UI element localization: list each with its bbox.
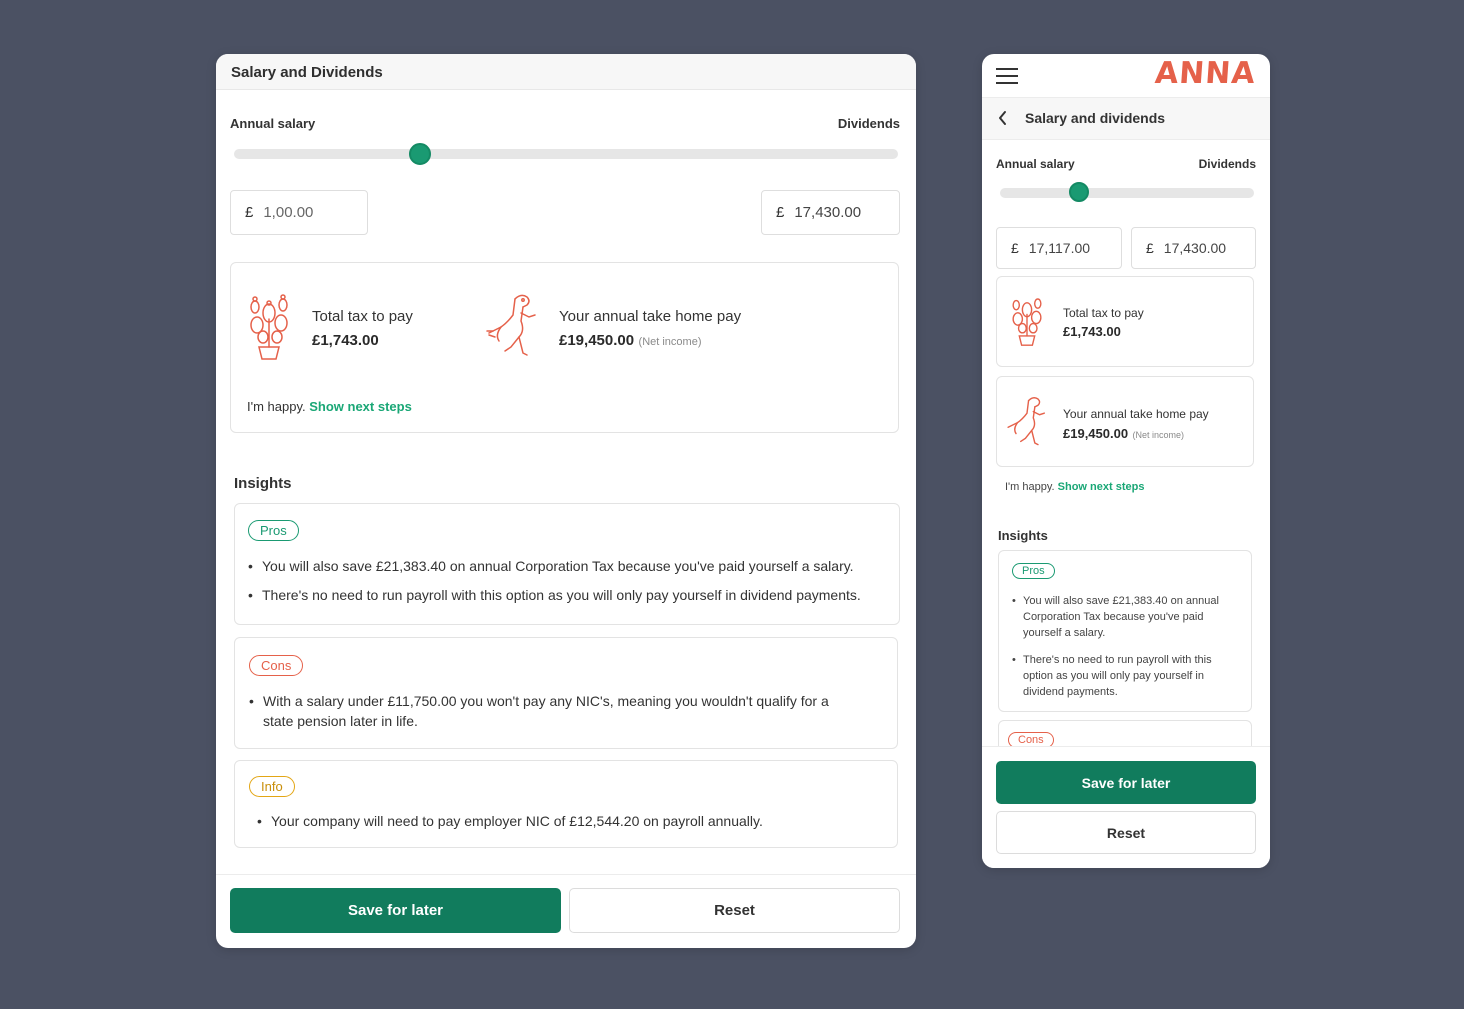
net-income-note: (Net income) [638, 336, 702, 348]
dividends-label: Dividends [837, 116, 900, 131]
tax-card: Total tax to pay £1,743.00 [996, 276, 1254, 367]
info-tag: Info [249, 776, 295, 797]
show-next-steps-link[interactable]: Show next steps [309, 399, 412, 414]
summary-panel: Total tax to pay £1,743.00 Your annual t… [230, 262, 899, 433]
save-for-later-button[interactable]: Save for later [996, 761, 1256, 804]
currency-symbol: £ [245, 204, 254, 221]
anna-logo: ANNA [1154, 56, 1258, 91]
dividends-input[interactable]: £ 17,430.00 [1131, 227, 1256, 269]
list-item: You will also save £21,383.40 on annual … [248, 556, 888, 576]
desktop-card: Salary and Dividends Annual salary Divid… [216, 54, 916, 948]
mobile-page-title: Salary and dividends [1025, 110, 1166, 126]
next-steps-row: I'm happy. Show next steps [247, 399, 412, 414]
next-steps-row: I'm happy. Show next steps [1005, 481, 1144, 493]
back-chevron-icon[interactable] [997, 110, 1009, 131]
happy-text: I'm happy. [1005, 481, 1055, 493]
annual-salary-label: Annual salary [996, 157, 1075, 171]
reset-button[interactable]: Reset [996, 811, 1256, 854]
take-home-value: £19,450.00 [559, 332, 635, 349]
slider-thumb[interactable] [1068, 182, 1089, 202]
list-item: There's no need to run payroll with this… [248, 585, 888, 605]
pros-tag: Pros [1012, 563, 1055, 579]
salary-input[interactable]: £ [230, 190, 368, 235]
footer-divider [216, 874, 916, 875]
dividends-value: 17,430.00 [794, 204, 862, 221]
pros-card: Pros You will also save £21,383.40 on an… [234, 503, 900, 625]
take-home-card: Your annual take home pay £19,450.00 (Ne… [996, 376, 1254, 467]
show-next-steps-link[interactable]: Show next steps [1058, 481, 1145, 493]
take-home-value: £19,450.00 [1063, 426, 1129, 441]
total-tax-value: £1,743.00 [312, 332, 379, 349]
page-title: Salary and Dividends [216, 54, 916, 90]
mobile-card: ANNA Salary and dividends Annual salary … [982, 54, 1270, 868]
take-home-row: £19,450.00 (Net income) [1063, 425, 1184, 443]
info-card: Info Your company will need to pay emplo… [234, 760, 898, 848]
happy-text: I'm happy. [247, 399, 306, 414]
dividends-input[interactable]: £ 17,430.00 [761, 190, 900, 235]
dividends-label: Dividends [1198, 157, 1256, 171]
dividends-value: 17,430.00 [1163, 240, 1227, 256]
mobile-footer: Save for later Reset [982, 746, 1270, 868]
cons-tag: Cons [249, 655, 304, 676]
save-for-later-button[interactable]: Save for later [230, 888, 561, 933]
pros-tag: Pros [248, 520, 299, 541]
currency-symbol: £ [1011, 240, 1019, 256]
total-tax-value: £1,743.00 [1063, 324, 1121, 339]
slider-thumb[interactable] [408, 143, 431, 165]
salary-value: 17,117.00 [1028, 240, 1091, 256]
annual-salary-label: Annual salary [230, 116, 316, 131]
net-income-note: (Net income) [1132, 430, 1185, 440]
salary-field[interactable] [263, 204, 354, 221]
mobile-sub-header: Salary and dividends [982, 98, 1270, 140]
insights-title: Insights [234, 475, 292, 492]
list-item: You will also save £21,383.40 on annual … [1012, 593, 1240, 641]
mobile-top-bar: ANNA [982, 54, 1270, 98]
cactus-icon [243, 289, 295, 366]
salary-dividend-slider[interactable] [234, 149, 898, 159]
currency-symbol: £ [1146, 240, 1154, 256]
reset-button[interactable]: Reset [569, 888, 900, 933]
cons-card: Cons With a salary under £11,750.00 you … [234, 637, 898, 749]
hamburger-menu-icon[interactable] [996, 68, 1018, 89]
dinosaur-icon [485, 291, 541, 364]
currency-symbol: £ [776, 204, 785, 221]
take-home-row: £19,450.00 (Net income) [559, 332, 702, 350]
list-item: Your company will need to pay employer N… [257, 811, 877, 831]
take-home-label: Your annual take home pay [559, 308, 742, 325]
take-home-label: Your annual take home pay [1063, 407, 1209, 421]
cactus-icon [1007, 291, 1047, 352]
total-tax-label: Total tax to pay [312, 308, 413, 325]
list-item: With a salary under £11,750.00 you won't… [249, 691, 849, 731]
dinosaur-icon [1005, 393, 1049, 454]
total-tax-label: Total tax to pay [1063, 306, 1144, 320]
salary-dividend-slider[interactable] [1000, 188, 1254, 198]
insights-title: Insights [998, 528, 1048, 543]
salary-input[interactable]: £ 17,117.00 [996, 227, 1122, 269]
pros-card: Pros You will also save £21,383.40 on an… [998, 550, 1252, 712]
list-item: There's no need to run payroll with this… [1012, 652, 1240, 700]
